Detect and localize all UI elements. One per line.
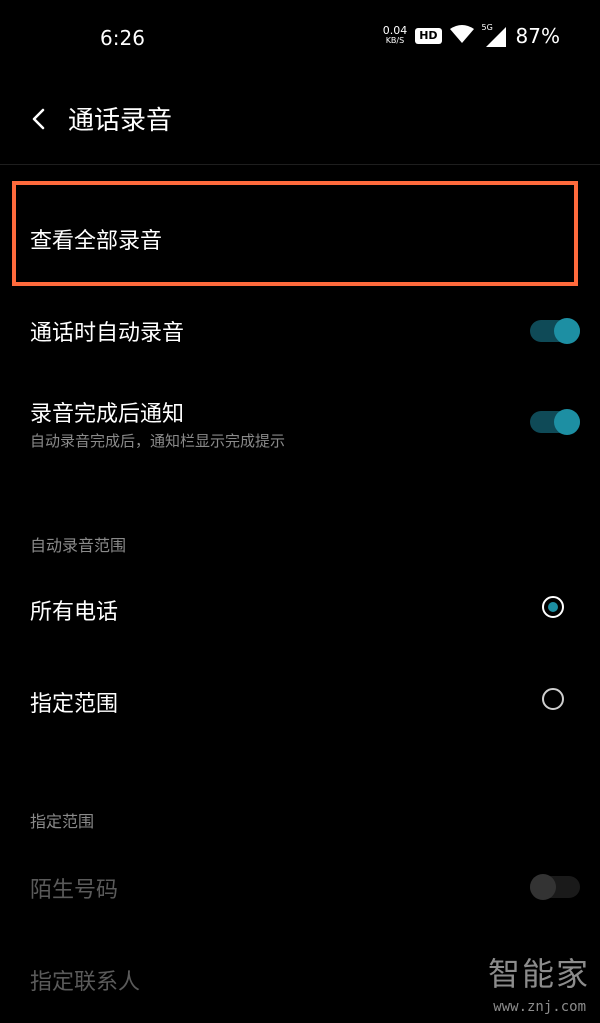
network-speed-unit: KB/S [385, 36, 405, 45]
view-all-recordings-item[interactable]: 查看全部录音 [0, 190, 600, 280]
toggle-knob [554, 409, 580, 435]
unknown-numbers-toggle[interactable] [530, 874, 580, 900]
status-bar: 6:26 0.04 KB/S HD 5G 87% [0, 0, 600, 76]
notify-after-recording-row[interactable]: 录音完成后通知 自动录音完成后，通知栏显示完成提示 [0, 380, 600, 470]
auto-record-row[interactable]: 通话时自动录音 [0, 290, 600, 370]
range-option-label: 指定范围 [30, 692, 119, 717]
notify-after-recording-toggle[interactable] [530, 409, 580, 435]
range-option-specified[interactable]: 指定范围 [0, 662, 600, 738]
notify-after-recording-label: 录音完成后通知 [30, 402, 185, 427]
cellular-signal-icon: 5G [482, 23, 508, 47]
status-time: 6:26 [100, 26, 145, 50]
auto-record-label: 通话时自动录音 [30, 321, 185, 346]
radio-button-checked[interactable] [542, 596, 564, 618]
page-title: 通话录音 [68, 106, 173, 136]
unknown-numbers-row[interactable]: 陌生号码 [0, 848, 600, 924]
auto-record-range-header: 自动录音范围 [30, 536, 127, 555]
toggle-knob [530, 874, 556, 900]
hd-badge: HD [415, 28, 442, 44]
view-all-recordings-label: 查看全部录音 [30, 229, 163, 254]
watermark-logo-text: 智能家 [487, 955, 590, 993]
network-speed: 0.04 KB/S [382, 24, 408, 46]
radio-button-unchecked[interactable] [542, 688, 564, 710]
range-option-label: 所有电话 [30, 600, 119, 625]
watermark-url: www.znj.com [493, 999, 586, 1015]
back-button[interactable] [24, 104, 54, 134]
battery-percentage: 87% [515, 24, 560, 48]
wifi-icon [449, 24, 474, 48]
chevron-left-icon [32, 108, 45, 130]
network-speed-value: 0.04 [382, 24, 408, 37]
unknown-numbers-label: 陌生号码 [30, 878, 119, 903]
range-option-all-calls[interactable]: 所有电话 [0, 570, 600, 646]
specified-range-header: 指定范围 [30, 812, 95, 831]
top-app-bar: 通话录音 [0, 76, 600, 165]
specified-contacts-label: 指定联系人 [30, 970, 141, 995]
toggle-knob [554, 318, 580, 344]
notify-after-recording-subtitle: 自动录音完成后，通知栏显示完成提示 [30, 432, 286, 450]
radio-dot [548, 602, 558, 612]
status-indicators: 0.04 KB/S HD 5G 87% [382, 23, 560, 48]
auto-record-toggle[interactable] [530, 318, 580, 344]
